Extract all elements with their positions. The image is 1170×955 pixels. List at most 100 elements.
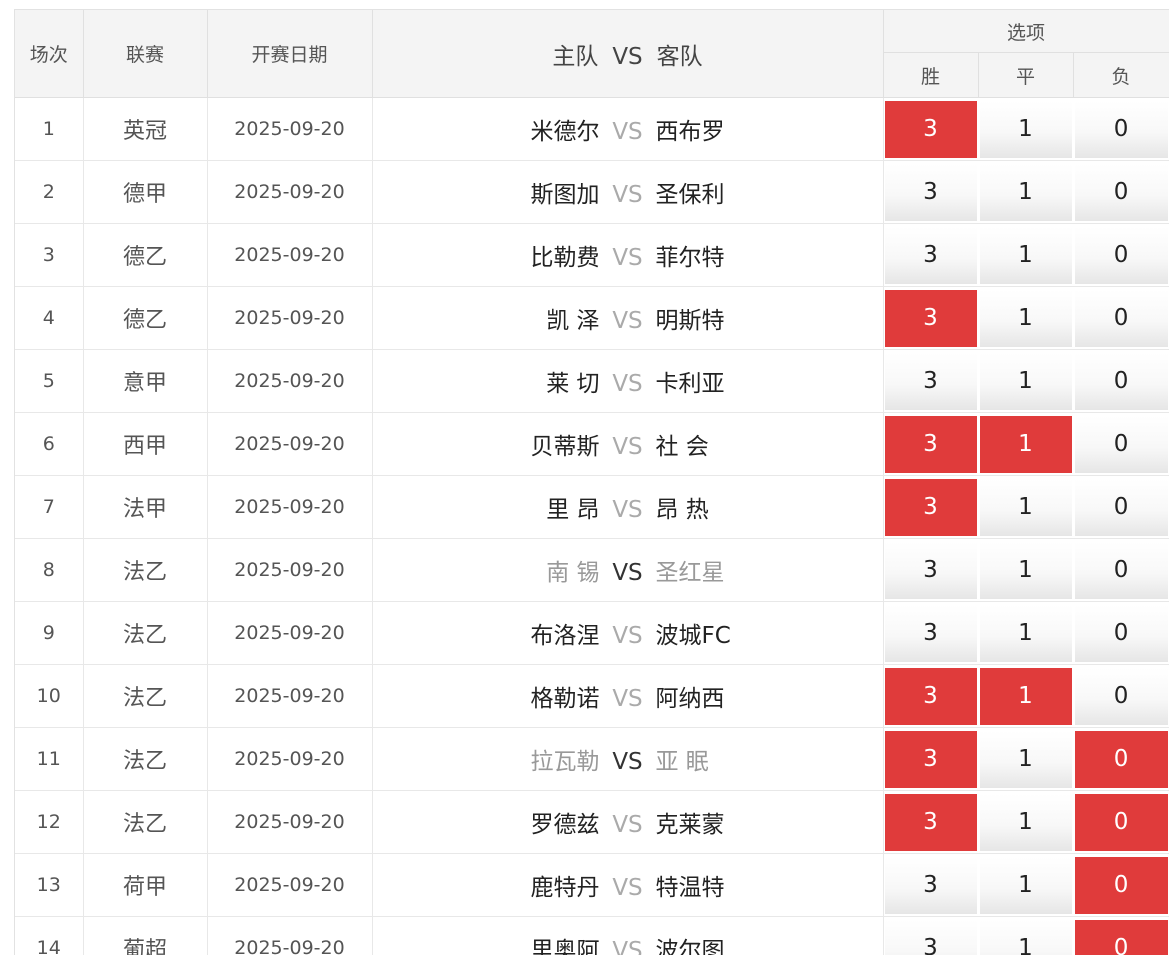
- option-lose-button[interactable]: 0: [1075, 857, 1168, 914]
- league-name: 法乙: [83, 791, 207, 854]
- header-home: 主队: [552, 44, 598, 70]
- option-win-button[interactable]: 3: [885, 794, 977, 851]
- match-number: 14: [15, 917, 83, 955]
- match-date: 2025-09-20: [207, 728, 372, 791]
- option-win-cell: 3: [883, 350, 978, 413]
- vs-label: VS: [600, 875, 656, 901]
- option-win-cell: 3: [883, 728, 978, 791]
- match-teams: 鹿特丹VS特温特: [372, 854, 883, 917]
- option-lose-button[interactable]: 0: [1075, 920, 1168, 955]
- league-name: 葡超: [83, 917, 207, 955]
- match-number: 13: [15, 854, 83, 917]
- option-draw-button[interactable]: 1: [980, 857, 1072, 914]
- home-team: 斯图加: [390, 175, 600, 209]
- option-lose-button[interactable]: 0: [1075, 794, 1168, 851]
- match-number: 8: [15, 539, 83, 602]
- option-draw-button[interactable]: 1: [980, 227, 1072, 284]
- match-number: 7: [15, 476, 83, 539]
- option-draw-button[interactable]: 1: [980, 731, 1072, 788]
- option-draw-button[interactable]: 1: [980, 668, 1072, 725]
- option-win-button[interactable]: 3: [885, 605, 977, 662]
- away-team: 亚 眠: [656, 742, 866, 776]
- option-win-button[interactable]: 3: [885, 920, 977, 955]
- option-win-button[interactable]: 3: [885, 416, 977, 473]
- option-draw-button[interactable]: 1: [980, 353, 1072, 410]
- away-team: 特温特: [656, 868, 866, 902]
- option-lose-cell: 0: [1073, 602, 1169, 665]
- match-number: 1: [15, 98, 83, 161]
- option-lose-cell: 0: [1073, 413, 1169, 476]
- option-lose-button[interactable]: 0: [1075, 101, 1168, 158]
- option-draw-button[interactable]: 1: [980, 290, 1072, 347]
- option-lose-button[interactable]: 0: [1075, 416, 1168, 473]
- option-win-button[interactable]: 3: [885, 101, 977, 158]
- match-teams: 罗德兹VS克莱蒙: [372, 791, 883, 854]
- option-draw-cell: 1: [978, 98, 1073, 161]
- home-team: 里 昂: [390, 490, 600, 524]
- option-win-button[interactable]: 3: [885, 164, 977, 221]
- option-draw-button[interactable]: 1: [980, 605, 1072, 662]
- vs-label: VS: [600, 371, 656, 397]
- option-win-button[interactable]: 3: [885, 731, 977, 788]
- option-draw-cell: 1: [978, 413, 1073, 476]
- vs-label: VS: [600, 938, 656, 955]
- option-lose-button[interactable]: 0: [1075, 542, 1168, 599]
- option-lose-button[interactable]: 0: [1075, 227, 1168, 284]
- table-row: 4德乙2025-09-20凯 泽VS明斯特310: [15, 287, 1169, 350]
- option-draw-cell: 1: [978, 728, 1073, 791]
- option-lose-button[interactable]: 0: [1075, 290, 1168, 347]
- option-lose-cell: 0: [1073, 350, 1169, 413]
- option-win-cell: 3: [883, 791, 978, 854]
- table-row: 12法乙2025-09-20罗德兹VS克莱蒙310: [15, 791, 1169, 854]
- match-table: 场次 联赛 开赛日期 主队VS客队 选项 胜 平 负 1英冠2025-09-20…: [15, 10, 1169, 955]
- match-teams: 里 昂VS昂 热: [372, 476, 883, 539]
- option-win-cell: 3: [883, 539, 978, 602]
- option-lose-cell: 0: [1073, 98, 1169, 161]
- vs-label: VS: [600, 119, 656, 145]
- option-lose-button[interactable]: 0: [1075, 353, 1168, 410]
- option-win-button[interactable]: 3: [885, 479, 977, 536]
- option-lose-button[interactable]: 0: [1075, 164, 1168, 221]
- option-draw-button[interactable]: 1: [980, 542, 1072, 599]
- option-win-button[interactable]: 3: [885, 353, 977, 410]
- option-win-button[interactable]: 3: [885, 227, 977, 284]
- option-win-button[interactable]: 3: [885, 542, 977, 599]
- table-body: 1英冠2025-09-20米德尔VS西布罗3102德甲2025-09-20斯图加…: [15, 98, 1169, 955]
- option-draw-cell: 1: [978, 791, 1073, 854]
- match-teams: 比勒费VS菲尔特: [372, 224, 883, 287]
- option-lose-cell: 0: [1073, 728, 1169, 791]
- option-lose-button[interactable]: 0: [1075, 479, 1168, 536]
- match-teams: 莱 切VS卡利亚: [372, 350, 883, 413]
- match-teams: 斯图加VS圣保利: [372, 161, 883, 224]
- option-win-button[interactable]: 3: [885, 857, 977, 914]
- vs-label: VS: [600, 749, 656, 775]
- option-lose-button[interactable]: 0: [1075, 668, 1168, 725]
- match-date: 2025-09-20: [207, 917, 372, 955]
- option-draw-button[interactable]: 1: [980, 479, 1072, 536]
- match-date: 2025-09-20: [207, 539, 372, 602]
- table-row: 5意甲2025-09-20莱 切VS卡利亚310: [15, 350, 1169, 413]
- league-name: 德乙: [83, 224, 207, 287]
- option-draw-button[interactable]: 1: [980, 920, 1072, 955]
- option-draw-button[interactable]: 1: [980, 416, 1072, 473]
- option-lose-button[interactable]: 0: [1075, 731, 1168, 788]
- match-date: 2025-09-20: [207, 854, 372, 917]
- option-draw-cell: 1: [978, 602, 1073, 665]
- option-draw-button[interactable]: 1: [980, 164, 1072, 221]
- match-teams: 布洛涅VS波城FC: [372, 602, 883, 665]
- league-name: 德甲: [83, 161, 207, 224]
- league-name: 法乙: [83, 539, 207, 602]
- header-lose: 负: [1073, 53, 1169, 98]
- away-team: 社 会: [656, 427, 866, 461]
- match-teams: 米德尔VS西布罗: [372, 98, 883, 161]
- option-win-button[interactable]: 3: [885, 290, 977, 347]
- option-draw-button[interactable]: 1: [980, 101, 1072, 158]
- table-row: 1英冠2025-09-20米德尔VS西布罗310: [15, 98, 1169, 161]
- option-win-button[interactable]: 3: [885, 668, 977, 725]
- vs-label: VS: [600, 560, 656, 586]
- match-number: 10: [15, 665, 83, 728]
- match-number: 4: [15, 287, 83, 350]
- option-lose-button[interactable]: 0: [1075, 605, 1168, 662]
- home-team: 布洛涅: [390, 616, 600, 650]
- option-draw-button[interactable]: 1: [980, 794, 1072, 851]
